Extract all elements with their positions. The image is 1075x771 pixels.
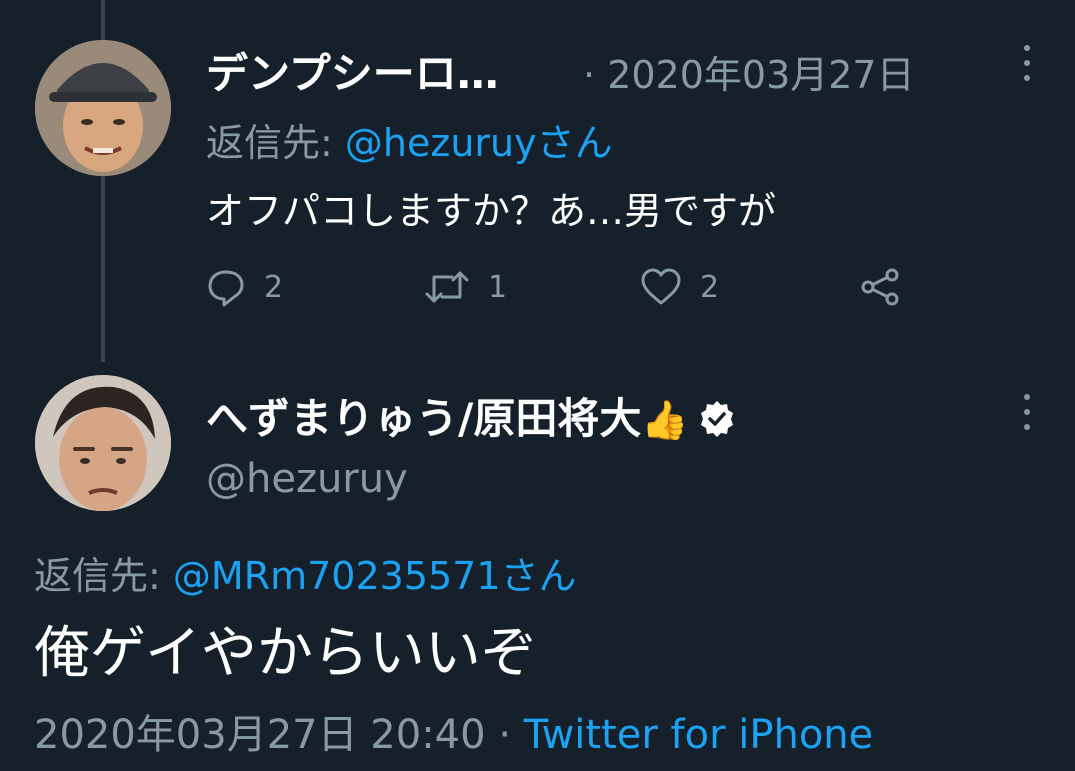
tweet1-more-icon[interactable]: [1019, 45, 1035, 81]
avatar-user2[interactable]: [35, 375, 171, 511]
tweet1-like-count: 2: [700, 269, 720, 305]
tweet2-separator: ·: [498, 712, 512, 758]
share-icon: [861, 268, 899, 306]
tweet2-timestamp[interactable]: 2020年03月27日 20:40: [34, 712, 486, 758]
tweet1-like-button[interactable]: 2: [640, 264, 719, 310]
avatar-user1-image: [35, 40, 171, 176]
tweet2-text: 俺ゲイやからいいぞ: [34, 621, 537, 686]
tweet2-display-name-row[interactable]: へずまりゅう/原田将大👍: [206, 385, 737, 446]
tweet2-footer: 2020年03月27日 20:40 · Twitter for iPhone: [34, 702, 873, 760]
avatar-user1[interactable]: [35, 40, 171, 176]
tweet2-source-link[interactable]: Twitter for iPhone: [524, 712, 874, 758]
tweet2-display-name: へずまりゅう/原田将大: [206, 394, 642, 443]
tweet1-text: オフパコしますか？あ…男ですが: [206, 189, 777, 233]
tweet1-reply-count: 2: [264, 269, 284, 305]
tweet1-reply-label: 返信先:: [206, 121, 333, 165]
verified-icon: [700, 401, 733, 437]
tweet1-display-name[interactable]: デンプシーロ…: [206, 40, 499, 101]
reply-icon: [208, 270, 244, 307]
like-icon: [641, 268, 681, 305]
tweet2-reply-handle-link[interactable]: @MRm70235571さん: [173, 554, 577, 598]
tweet1-retweet-count: 1: [488, 269, 508, 305]
tweet1-date-line: · 2020年03月27日: [583, 44, 915, 99]
tweet1-share-button[interactable]: [858, 264, 902, 310]
tweet2-more-icon[interactable]: [1019, 394, 1035, 430]
tweet1-reply-handle-link[interactable]: @hezuruyさん: [345, 121, 613, 165]
retweet-icon: [425, 271, 469, 303]
tweet1-reply-to: 返信先: @hezuruyさん: [206, 112, 613, 167]
tweet1-separator: ·: [583, 53, 596, 97]
tweet1-retweet-button[interactable]: 1: [424, 264, 507, 310]
tweet2-reply-to: 返信先: @MRm70235571さん: [34, 545, 577, 600]
avatar-user2-image: [35, 375, 171, 511]
tweet2-reply-label: 返信先:: [34, 554, 161, 598]
tweet2-emoji: 👍: [641, 398, 689, 442]
tweet1-date[interactable]: 2020年03月27日: [607, 53, 914, 97]
tweet-thread: デンプシーロ… · 2020年03月27日 返信先: @hezuruyさん オフ…: [0, 0, 1075, 771]
tweet2-handle[interactable]: @hezuruy: [206, 456, 408, 502]
tweet1-reply-button[interactable]: 2: [206, 264, 283, 310]
